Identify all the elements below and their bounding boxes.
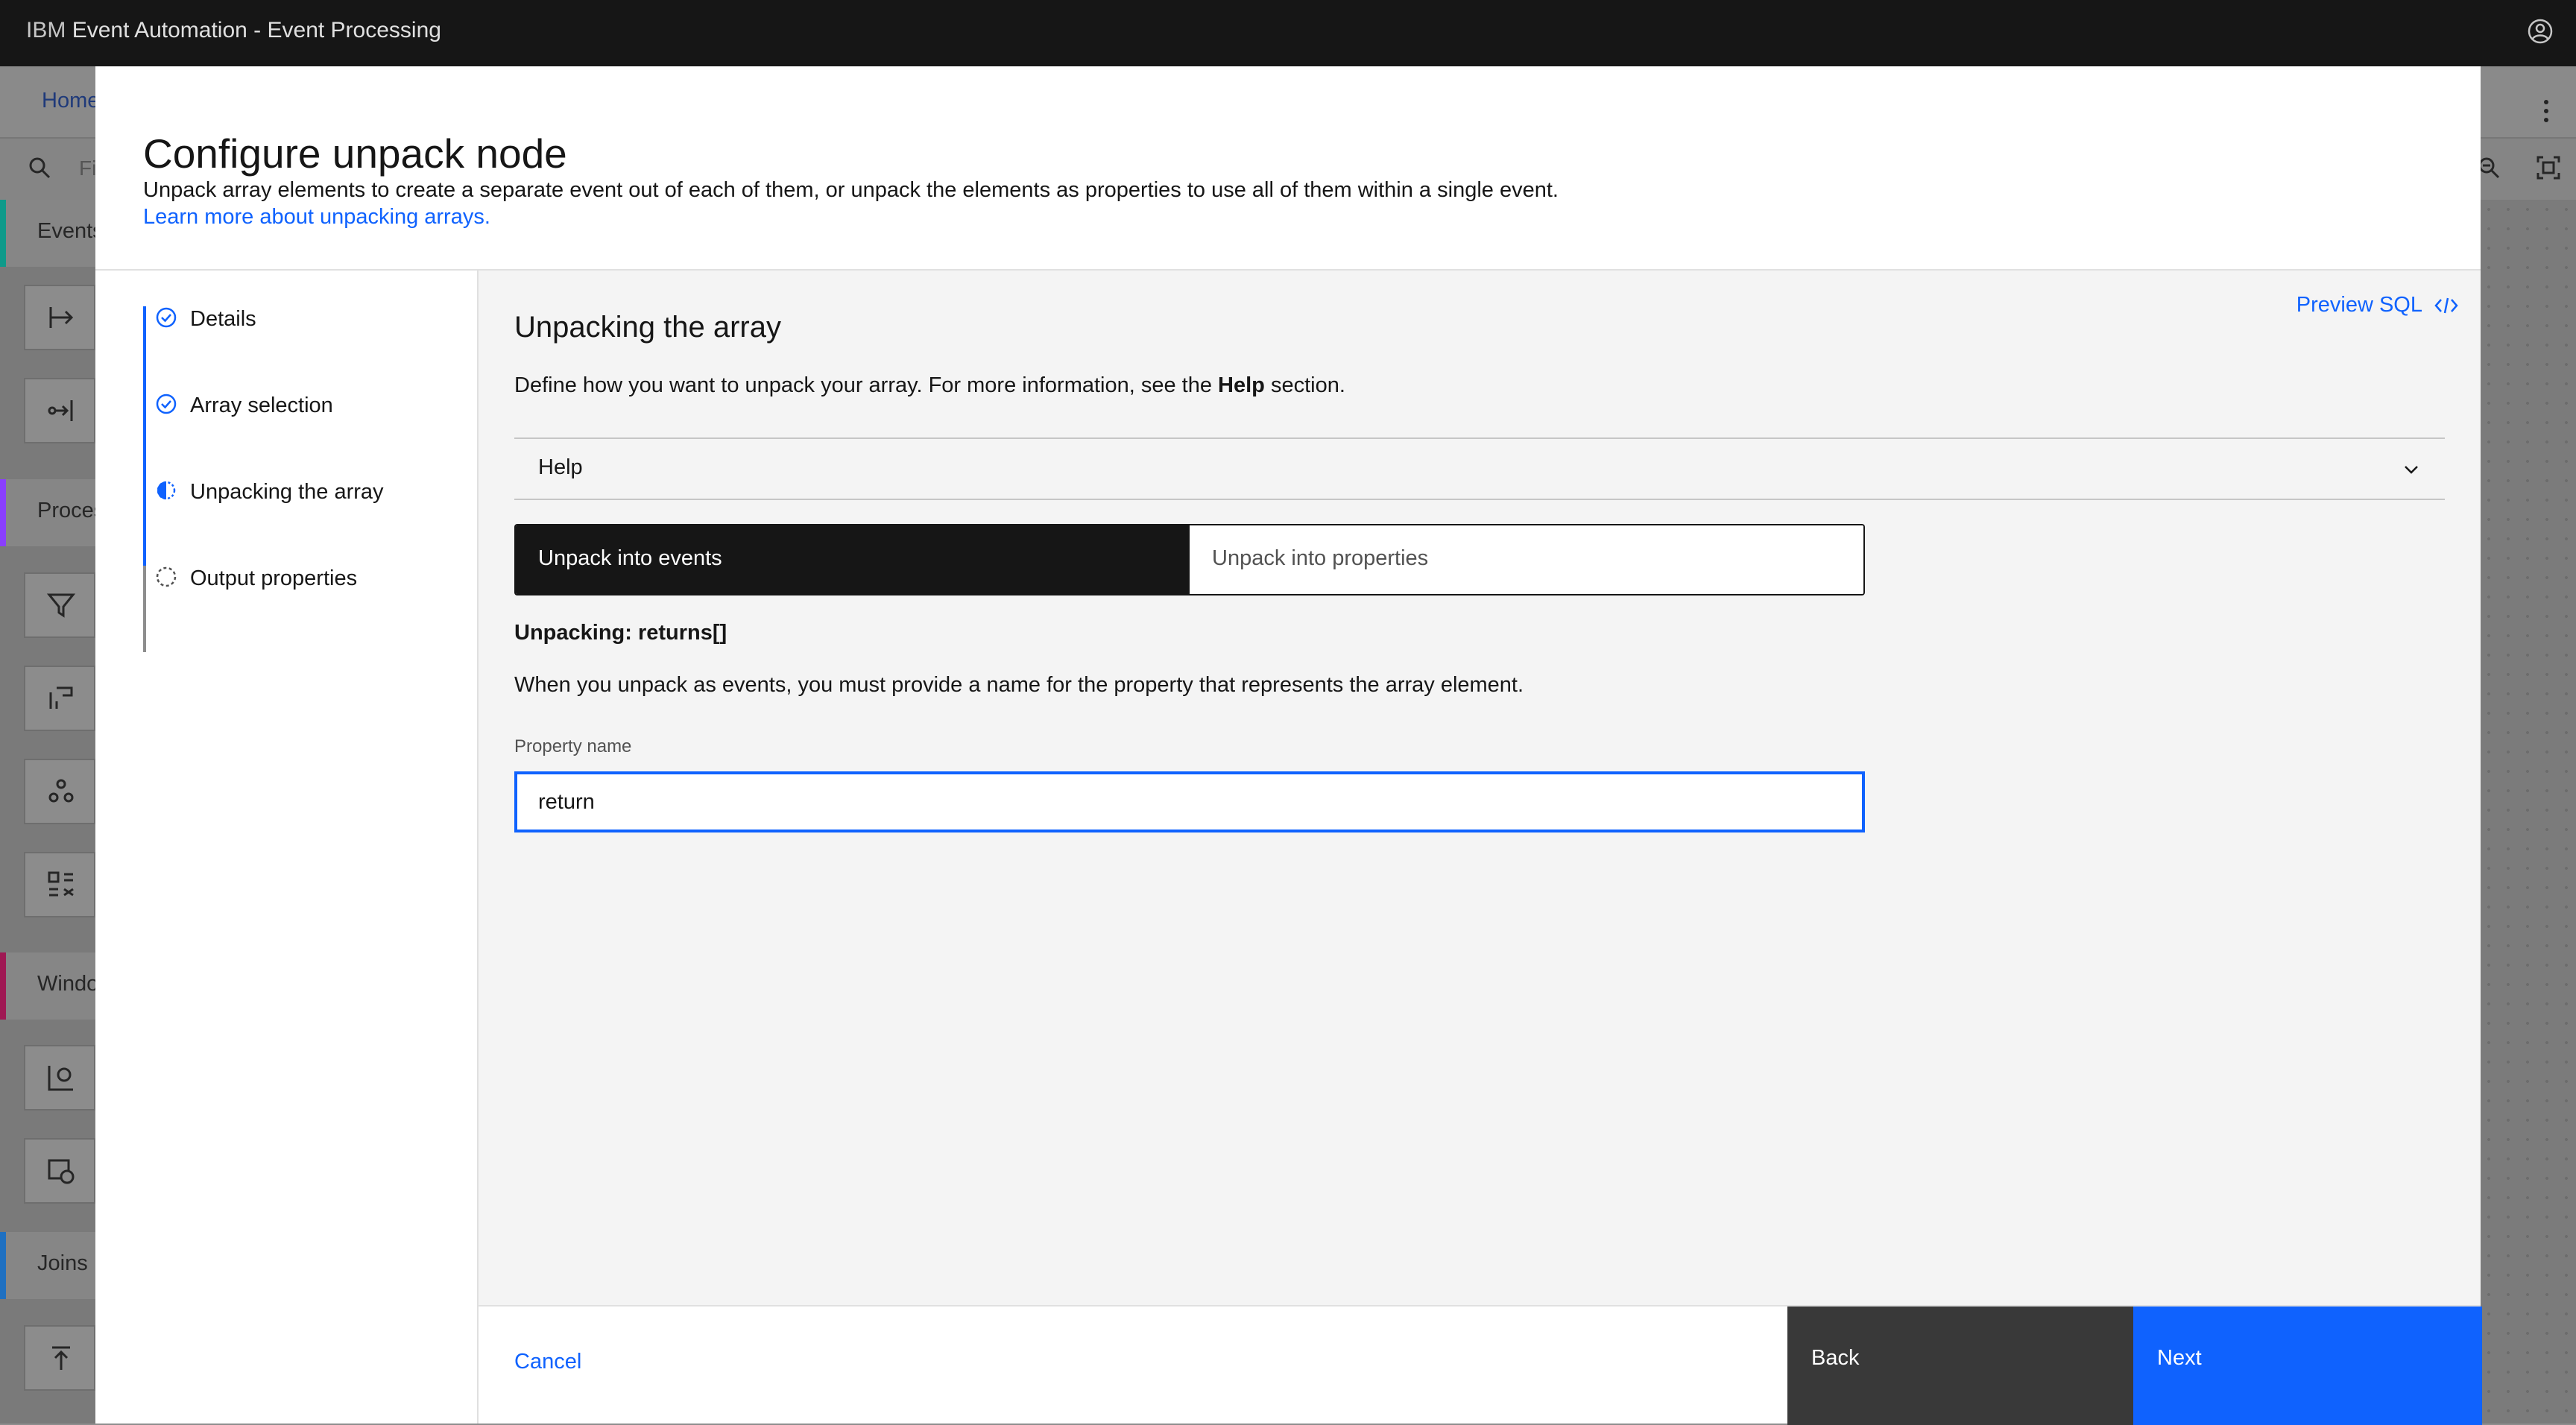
app-title: IBM Event Automation - Event Processing bbox=[26, 0, 441, 61]
section-title: Unpacking the array bbox=[514, 311, 781, 344]
step-label: Details bbox=[190, 307, 256, 331]
unpack-into-events-tab[interactable]: Unpack into events bbox=[516, 525, 1190, 594]
join-icon bbox=[52, 1346, 70, 1370]
home-tab: Home bbox=[42, 89, 100, 113]
help-accordion-label: Help bbox=[538, 455, 583, 479]
step-array-selection[interactable]: Array selection bbox=[143, 393, 516, 479]
checkmark-outline-icon bbox=[156, 394, 177, 414]
aggregate-icon bbox=[48, 779, 74, 803]
preview-sql-link[interactable]: Preview SQL bbox=[2296, 293, 2458, 317]
switcher-label: Unpack into events bbox=[538, 546, 722, 570]
next-button[interactable]: Next bbox=[2133, 1306, 2482, 1425]
step-output-properties[interactable]: Output properties bbox=[143, 566, 516, 652]
unpack-node bbox=[24, 852, 95, 917]
event-source-icon bbox=[49, 307, 74, 328]
category-label: Events bbox=[37, 219, 104, 243]
window-node bbox=[24, 1138, 95, 1204]
chart-icon bbox=[48, 1066, 73, 1091]
category-label: Proces bbox=[37, 499, 105, 522]
step-line bbox=[143, 306, 146, 393]
section-description-text: Define how you want to unpack your array… bbox=[514, 373, 1212, 397]
category-events: Events bbox=[0, 200, 104, 267]
category-label: Joins bbox=[37, 1251, 88, 1275]
section-description-bold: Help bbox=[1218, 373, 1265, 397]
top-n-node bbox=[24, 1045, 95, 1110]
modal-description-text: Unpack array elements to create a separa… bbox=[143, 178, 1559, 202]
step-line bbox=[143, 479, 146, 566]
learn-more-link[interactable]: Learn more about unpacking arrays. bbox=[143, 205, 490, 229]
aggregate-node bbox=[24, 759, 95, 824]
section-description-tail: section. bbox=[1270, 373, 1345, 397]
step-line bbox=[143, 393, 146, 479]
incomplete-progress-icon bbox=[157, 481, 176, 500]
background-node-palette: Events Proces Windo Joins bbox=[0, 200, 104, 1424]
join-node bbox=[24, 1325, 95, 1391]
step-line bbox=[143, 566, 146, 652]
cancel-button[interactable]: Cancel bbox=[514, 1350, 581, 1374]
help-accordion[interactable]: Help bbox=[514, 437, 2445, 500]
back-button[interactable]: Back bbox=[1787, 1306, 2133, 1425]
modal-title: Configure unpack node bbox=[143, 130, 567, 177]
preview-sql-label: Preview SQL bbox=[2296, 293, 2422, 317]
unpack-description: When you unpack as events, you must prov… bbox=[514, 673, 1524, 697]
circle-dash-icon bbox=[156, 566, 177, 587]
property-name-label: Property name bbox=[514, 736, 632, 756]
modal-description: Unpack array elements to create a separa… bbox=[143, 177, 1559, 230]
category-joins: Joins bbox=[0, 1232, 95, 1299]
back-button-label: Back bbox=[1811, 1346, 1860, 1370]
step-unpacking-the-array[interactable]: Unpacking the array bbox=[143, 479, 516, 566]
configure-unpack-modal: Configure unpack node Unpack array eleme… bbox=[95, 66, 2482, 1425]
step-label: Output properties bbox=[190, 566, 358, 590]
category-label: Windo bbox=[37, 972, 99, 996]
next-button-label: Next bbox=[2157, 1346, 2202, 1370]
progress-indicator: Details Array selection Unpacking the ar… bbox=[143, 306, 516, 652]
step-label: Unpacking the array bbox=[190, 480, 384, 504]
modal-footer: Cancel Back Next bbox=[477, 1305, 2482, 1425]
event-source-node bbox=[24, 285, 95, 350]
fit-to-screen-icon bbox=[2536, 156, 2560, 180]
overflow-menu-icon bbox=[2544, 100, 2548, 122]
modal-header: Configure unpack node Unpack array eleme… bbox=[95, 66, 2481, 271]
search-placeholder: Fi bbox=[79, 157, 97, 180]
property-name-input[interactable] bbox=[514, 771, 1865, 832]
calendar-clock-icon bbox=[48, 1159, 75, 1184]
user-avatar-icon[interactable] bbox=[2527, 18, 2554, 45]
category-windowed: Windo bbox=[0, 952, 99, 1020]
filter-icon bbox=[46, 593, 76, 618]
step-details[interactable]: Details bbox=[143, 306, 516, 393]
checkmark-outline-icon bbox=[156, 307, 177, 328]
app-title-prefix: IBM bbox=[26, 18, 66, 42]
app-header: IBM Event Automation - Event Processing bbox=[0, 0, 2576, 66]
chevron-down-icon bbox=[2405, 466, 2418, 474]
event-destination-node bbox=[24, 378, 95, 443]
unpack-mode-switcher: Unpack into events Unpack into propertie… bbox=[514, 524, 1865, 595]
unpacking-heading: Unpacking: returns[] bbox=[514, 621, 727, 645]
category-processors: Proces bbox=[0, 479, 104, 546]
section-description: Define how you want to unpack your array… bbox=[514, 373, 1345, 398]
unpack-icon bbox=[48, 871, 74, 897]
unpack-into-properties-tab[interactable]: Unpack into properties bbox=[1190, 525, 1863, 594]
switcher-label: Unpack into properties bbox=[1212, 546, 1429, 570]
transform-icon bbox=[49, 686, 73, 709]
transform-node bbox=[24, 666, 95, 731]
search-icon bbox=[29, 157, 51, 179]
filter-node bbox=[24, 572, 95, 638]
step-content: Preview SQL Unpacking the array Define h… bbox=[477, 271, 2481, 1305]
app-title-rest: Event Automation - Event Processing bbox=[72, 18, 441, 42]
code-icon bbox=[2434, 297, 2458, 313]
step-label: Array selection bbox=[190, 394, 333, 417]
event-destination-icon bbox=[48, 400, 73, 421]
